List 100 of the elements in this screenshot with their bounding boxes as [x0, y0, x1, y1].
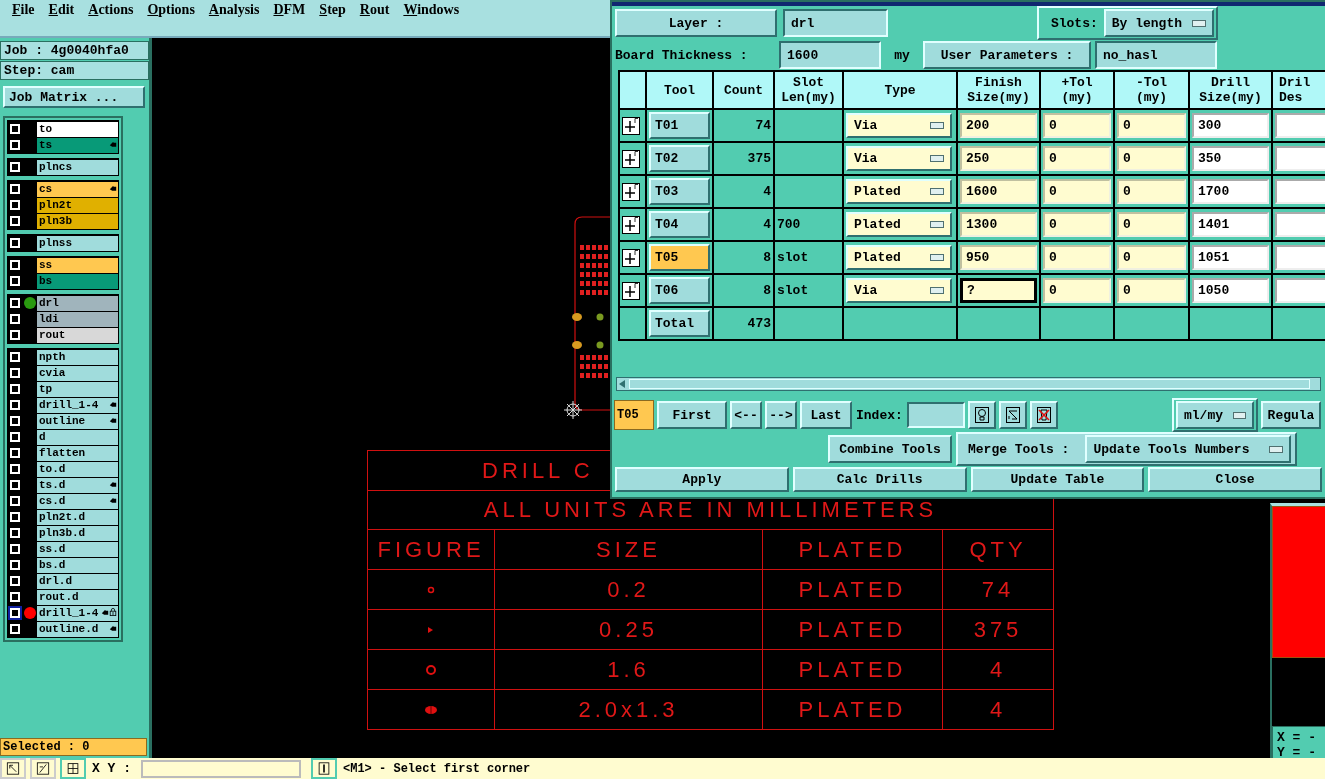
layer-item[interactable]: rout.d	[37, 589, 118, 605]
column-header: Drill Size(my)	[1190, 72, 1271, 108]
minus-tolerance-field[interactable]: 0	[1117, 146, 1186, 171]
layer-item[interactable]: ss.d	[37, 541, 118, 557]
layer-item[interactable]: bs.d	[37, 557, 118, 573]
type-dropdown[interactable]: Via	[846, 278, 952, 303]
tool-button[interactable]: T06	[649, 277, 710, 304]
finish-size-field[interactable]: 1300	[960, 212, 1037, 237]
layer-item[interactable]: ts.d	[37, 477, 118, 493]
drill-size-field[interactable]: 1401	[1192, 212, 1269, 237]
menu-item[interactable]: Edit	[42, 0, 81, 20]
user-parameters-button[interactable]: User Parameters :	[923, 41, 1091, 69]
type-dropdown[interactable]: Via	[846, 113, 952, 138]
layer-item[interactable]: tp	[37, 381, 118, 397]
plus-tolerance-field[interactable]: 0	[1043, 245, 1111, 270]
layer-item[interactable]: pln2t.d	[37, 509, 118, 525]
total-button[interactable]: Total	[649, 310, 710, 337]
drill-size-field[interactable]: 1700	[1192, 179, 1269, 204]
layer-item[interactable]: pln3b	[37, 213, 118, 229]
finish-size-field[interactable]: 200	[960, 113, 1037, 138]
menu-item[interactable]: Step	[313, 0, 352, 20]
job-matrix-button[interactable]: Job Matrix ...	[3, 86, 145, 108]
menu-item[interactable]: Windows	[397, 0, 466, 20]
layer-field[interactable]: drl	[783, 9, 888, 37]
action-button[interactable]: Apply	[615, 467, 789, 492]
finish-size-field[interactable]: ?	[960, 278, 1037, 303]
menu-item[interactable]: Actions	[82, 0, 140, 20]
layer-item[interactable]: pln2t	[37, 197, 118, 213]
layer-item[interactable]: rout	[37, 327, 118, 343]
plus-tolerance-field[interactable]: 0	[1043, 146, 1111, 171]
minus-tolerance-field[interactable]: 0	[1117, 245, 1186, 270]
layer-item[interactable]: ldi	[37, 311, 118, 327]
layer-item[interactable]: outline	[37, 413, 118, 429]
plus-tolerance-field[interactable]: 0	[1043, 278, 1111, 303]
type-dropdown[interactable]: Plated	[846, 212, 952, 237]
layer-item[interactable]: drill_1-4	[37, 605, 118, 621]
drill-size-field[interactable]: 1051	[1192, 245, 1269, 270]
menu-item[interactable]: Options	[141, 0, 201, 20]
layer-item[interactable]: to	[37, 121, 118, 137]
layer-item[interactable]: outline.d	[37, 621, 118, 637]
thickness-field[interactable]: 1600	[779, 41, 881, 69]
plus-tolerance-field[interactable]: 0	[1043, 113, 1111, 138]
layer-button[interactable]: Layer :	[615, 9, 777, 37]
drill-size-field[interactable]: 350	[1192, 146, 1269, 171]
layer-item[interactable]: cs.d	[37, 493, 118, 509]
menu-item[interactable]: Rout	[353, 0, 396, 20]
chart-cell: 0.25	[495, 610, 763, 649]
finish-size-field[interactable]: 950	[960, 245, 1037, 270]
menu-item[interactable]: DFM	[267, 0, 312, 20]
nav-button[interactable]: Last	[800, 401, 852, 429]
nav-button[interactable]: <--	[730, 401, 762, 429]
layer-item[interactable]: plncs	[37, 159, 118, 175]
chart-cell-text: 74	[980, 575, 1016, 604]
tool-button[interactable]: T03	[649, 178, 710, 205]
layer-item[interactable]: ts	[37, 137, 118, 153]
layer-item[interactable]: cvia	[37, 365, 118, 381]
plus-tolerance-field[interactable]: 0	[1043, 212, 1111, 237]
layer-item[interactable]: ss	[37, 257, 118, 273]
layer-item[interactable]: npth	[37, 349, 118, 365]
minus-tolerance-field[interactable]: 0	[1117, 278, 1186, 303]
type-dropdown[interactable]: Plated	[846, 179, 952, 204]
layer-item[interactable]: cs	[37, 181, 118, 197]
tool-button[interactable]: T05	[649, 244, 710, 271]
minus-tolerance-field[interactable]: 0	[1117, 212, 1186, 237]
finish-size-field[interactable]: 1600	[960, 179, 1037, 204]
merge-tools-dropdown[interactable]: Update Tools Numbers	[1085, 435, 1292, 463]
layer-item[interactable]: plnss	[37, 235, 118, 251]
action-button[interactable]: Update Table	[970, 467, 1145, 492]
user-parameters-field[interactable]: no_hasl	[1095, 41, 1217, 69]
column-header: Dril Des	[1273, 72, 1325, 108]
minus-tolerance-field[interactable]: 0	[1117, 113, 1186, 138]
plus-tolerance-field[interactable]: 0	[1043, 179, 1111, 204]
combine-tools-button[interactable]: Combine Tools	[828, 435, 952, 463]
action-button[interactable]: Close	[1148, 467, 1322, 492]
minus-tolerance-field[interactable]: 0	[1117, 179, 1186, 204]
layer-item[interactable]: d	[37, 429, 118, 445]
nav-button[interactable]: -->	[765, 401, 797, 429]
layer-item[interactable]: bs	[37, 273, 118, 289]
count-cell: 4	[714, 176, 773, 207]
regula-button[interactable]: Regula	[1261, 401, 1321, 429]
layer-item[interactable]: drl	[37, 295, 118, 311]
menu-item[interactable]: File	[6, 0, 41, 20]
action-button[interactable]: Calc Drills	[792, 467, 967, 492]
layer-item[interactable]: flatten	[37, 445, 118, 461]
nav-button[interactable]: First	[657, 401, 727, 429]
tool-button[interactable]: T02	[649, 145, 710, 172]
type-dropdown[interactable]: Plated	[846, 245, 952, 270]
drill-size-field[interactable]: 300	[1192, 113, 1269, 138]
tool-button[interactable]: T04	[649, 211, 710, 238]
drill-size-field[interactable]: 1050	[1192, 278, 1269, 303]
slots-dropdown[interactable]: By length	[1103, 9, 1214, 37]
layer-item[interactable]: to.d	[37, 461, 118, 477]
menu-item[interactable]: Analysis	[202, 0, 266, 20]
layer-item[interactable]: drill_1-4	[37, 397, 118, 413]
finish-size-field[interactable]: 250	[960, 146, 1037, 171]
tool-button[interactable]: T01	[649, 112, 710, 139]
type-dropdown[interactable]: Via	[846, 146, 952, 171]
layer-item[interactable]: pln3b.d	[37, 525, 118, 541]
units-dropdown[interactable]: ml/my	[1176, 401, 1254, 429]
layer-item[interactable]: drl.d	[37, 573, 118, 589]
